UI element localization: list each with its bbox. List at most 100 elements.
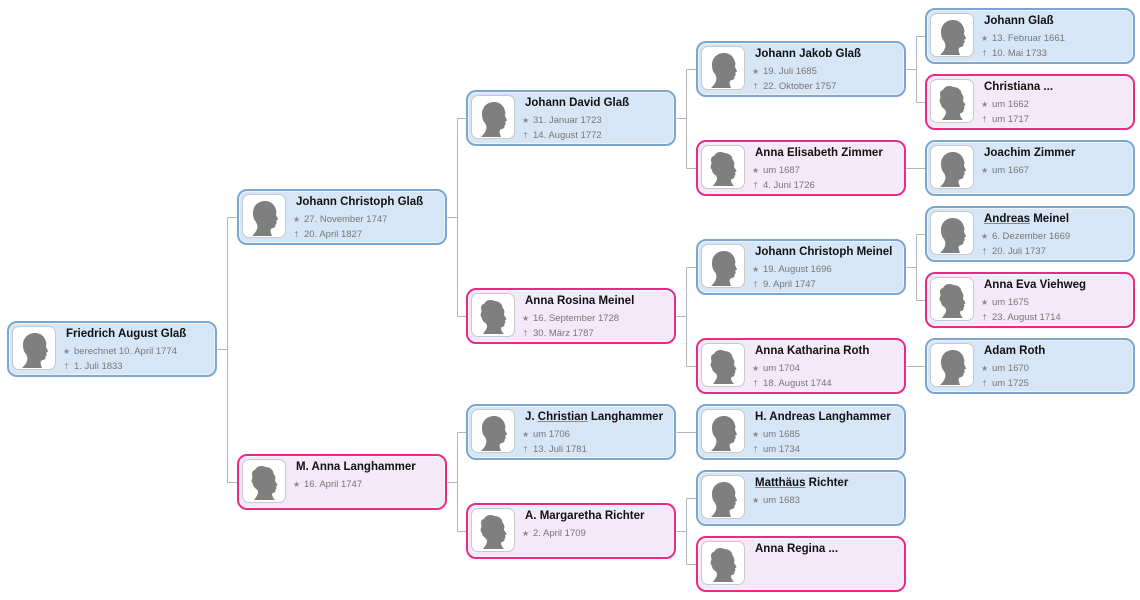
- name-part: H. Andreas Langhammer: [755, 411, 891, 423]
- birth-date-text: um 1685: [763, 429, 800, 440]
- person-name: Adam Roth: [984, 345, 1045, 357]
- death-date: † um 1734: [752, 444, 800, 455]
- birth-star-icon: ★: [522, 314, 530, 323]
- person-card[interactable]: H. Andreas Langhammer ★ um 1685 † um 1734: [696, 404, 906, 460]
- death-date-text: 14. August 1772: [533, 130, 602, 141]
- death-date-text: 1. Juli 1833: [74, 361, 123, 372]
- person-card[interactable]: Friedrich August Glaß ★ berechnet 10. Apri…: [7, 321, 217, 377]
- birth-date-text: 31. Januar 1723: [533, 115, 602, 126]
- birth-date-text: um 1704: [763, 363, 800, 374]
- person-card[interactable]: Andreas Meinel ★ 6. Dezember 1669 † 20. Juli…: [925, 206, 1135, 262]
- person-card[interactable]: A. Margaretha Richter ★ 2. April 1709: [466, 503, 676, 559]
- birth-date: ★ 31. Januar 1723: [522, 115, 602, 126]
- female-silhouette-icon: [471, 508, 515, 552]
- birth-date: ★ um 1667: [981, 165, 1029, 176]
- death-date: † 4. Juni 1726: [752, 180, 815, 191]
- pedigree-chart: Friedrich August Glaß ★ berechnet 10. Apri…: [0, 0, 1140, 600]
- birth-date: ★ um 1687: [752, 165, 800, 176]
- name-part: Joachim Zimmer: [984, 147, 1076, 159]
- name-part: Adam Roth: [984, 345, 1046, 357]
- person-card[interactable]: Anna Eva Viehweg ★ um 1675 † 23. August 1714: [925, 272, 1135, 328]
- birth-star-icon: ★: [981, 364, 989, 373]
- birth-date-text: 16. April 1747: [304, 479, 363, 490]
- person-card[interactable]: Joachim Zimmer ★ um 1667: [925, 140, 1135, 196]
- name-part: Anna Katharina Roth: [755, 345, 870, 357]
- death-date-text: 20. Juli 1737: [992, 246, 1046, 257]
- birth-date: ★ 6. Dezember 1669: [981, 231, 1070, 242]
- person-name: Joachim Zimmer: [984, 147, 1075, 159]
- male-silhouette-icon: [701, 244, 745, 288]
- male-silhouette-icon: [471, 409, 515, 453]
- birth-star-icon: ★: [981, 34, 989, 43]
- birth-star-icon: ★: [752, 67, 760, 76]
- death-date-text: 10. Mai 1733: [992, 48, 1047, 59]
- death-cross-icon: †: [753, 82, 758, 91]
- person-card[interactable]: M. Anna Langhammer ★ 16. April 1747: [237, 454, 447, 510]
- person-name: Johann Jakob Glaß: [755, 48, 861, 60]
- birth-star-icon: ★: [752, 265, 760, 274]
- name-part: Johann Christoph Glaß: [296, 196, 424, 208]
- person-name: Johann Glaß: [984, 15, 1054, 27]
- person-name: Johann Christoph Meinel: [755, 246, 892, 258]
- name-part: Langhammer: [587, 411, 664, 423]
- person-card[interactable]: Matthäus Richter ★ um 1683: [696, 470, 906, 526]
- birth-date: ★ 27. November 1747: [293, 214, 387, 225]
- death-date-text: um 1734: [763, 444, 800, 455]
- death-date: † 30. März 1787: [522, 328, 593, 339]
- death-date-text: 20. April 1827: [304, 229, 363, 240]
- name-part: M. Anna Langhammer: [296, 461, 416, 473]
- birth-date-text: um 1675: [992, 297, 1029, 308]
- birth-star-icon: ★: [981, 232, 989, 241]
- person-name: A. Margaretha Richter: [525, 510, 645, 522]
- person-card[interactable]: J. Christian Langhammer ★ um 1706 † 13. Juli…: [466, 404, 676, 460]
- person-card[interactable]: Johann Christoph Glaß ★ 27. November 1747 †…: [237, 189, 447, 245]
- name-part: Anna Eva Viehweg: [984, 279, 1087, 291]
- name-part: Johann Christoph Meinel: [755, 246, 893, 258]
- birth-star-icon: ★: [981, 298, 989, 307]
- person-card[interactable]: Adam Roth ★ um 1670 † um 1725: [925, 338, 1135, 394]
- male-silhouette-icon: [930, 211, 974, 255]
- name-part: Meinel: [1030, 213, 1070, 225]
- death-cross-icon: †: [64, 362, 69, 371]
- person-card[interactable]: Anna Katharina Roth ★ um 1704 † 18. August 1…: [696, 338, 906, 394]
- person-card[interactable]: Johann Christoph Meinel ★ 19. August 1696 †…: [696, 239, 906, 295]
- death-date-text: 23. August 1714: [992, 312, 1061, 323]
- birth-star-icon: ★: [752, 166, 760, 175]
- death-date: † 23. August 1714: [981, 312, 1061, 323]
- death-date: † 13. Juli 1781: [522, 444, 587, 455]
- name-part: Friedrich August Glaß: [66, 328, 187, 340]
- male-silhouette-icon: [930, 13, 974, 57]
- person-card[interactable]: Johann David Glaß ★ 31. Januar 1723 † 14. Au…: [466, 90, 676, 146]
- death-cross-icon: †: [753, 181, 758, 190]
- person-card[interactable]: Johann Glaß ★ 13. Februar 1661 † 10. Mai 173…: [925, 8, 1135, 64]
- birth-star-icon: ★: [293, 215, 301, 224]
- male-silhouette-icon: [701, 46, 745, 90]
- person-card[interactable]: Anna Elisabeth Zimmer ★ um 1687 † 4. Juni 17…: [696, 140, 906, 196]
- death-cross-icon: †: [982, 313, 987, 322]
- birth-star-icon: ★: [522, 430, 530, 439]
- person-name: Anna Rosina Meinel: [525, 295, 634, 307]
- person-name: Johann David Glaß: [525, 97, 629, 109]
- person-name: Friedrich August Glaß: [66, 328, 186, 340]
- death-date: † 10. Mai 1733: [981, 48, 1047, 59]
- person-card[interactable]: Anna Rosina Meinel ★ 16. September 1728 † 30…: [466, 288, 676, 344]
- birth-date: ★ 19. August 1696: [752, 264, 832, 275]
- birth-date: ★ 19. Juli 1685: [752, 66, 817, 77]
- birth-date: ★ 2. April 1709: [522, 528, 586, 539]
- person-card[interactable]: Christiana ... ★ um 1662 † um 1717: [925, 74, 1135, 130]
- birth-date: ★ um 1704: [752, 363, 800, 374]
- death-date-text: 22. Oktober 1757: [763, 81, 837, 92]
- person-card[interactable]: Johann Jakob Glaß ★ 19. Juli 1685 † 22. Okto…: [696, 41, 906, 97]
- birth-date-text: um 1667: [992, 165, 1029, 176]
- death-date: † um 1725: [981, 378, 1029, 389]
- birth-date-text: 2. April 1709: [533, 528, 586, 539]
- male-silhouette-icon: [930, 145, 974, 189]
- birth-date: ★ 16. September 1728: [522, 313, 619, 324]
- person-card[interactable]: Anna Regina ...: [696, 536, 906, 592]
- birth-date-text: berechnet 10. April 1774: [74, 346, 177, 357]
- death-cross-icon: †: [294, 230, 299, 239]
- birth-star-icon: ★: [522, 116, 530, 125]
- death-date-text: um 1717: [992, 114, 1029, 125]
- person-name: Johann Christoph Glaß: [296, 196, 423, 208]
- female-silhouette-icon: [930, 277, 974, 321]
